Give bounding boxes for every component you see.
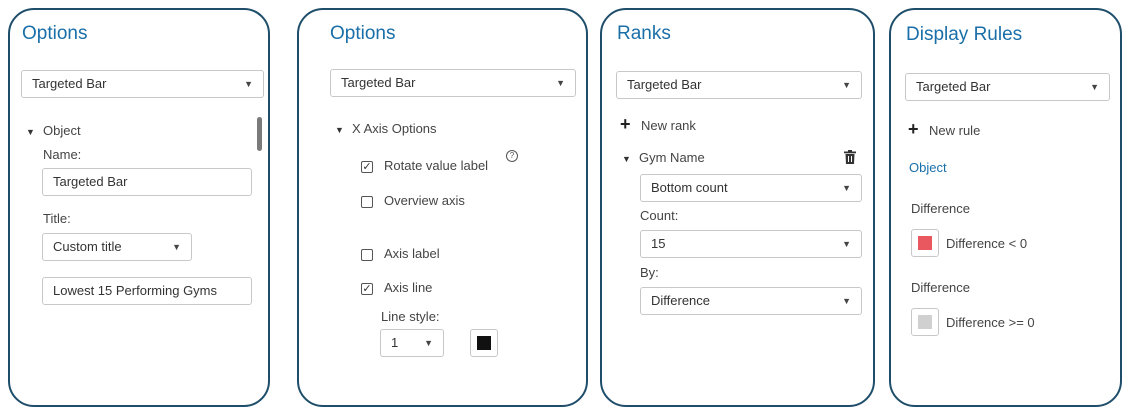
chevron-down-icon: ▼ (244, 79, 253, 89)
rule1-color-swatch (918, 236, 932, 250)
plus-icon[interactable]: + (620, 115, 631, 133)
count-value: 15 (651, 236, 666, 251)
rule2-color-swatch (918, 315, 932, 329)
rule2-label[interactable]: Difference >= 0 (946, 315, 1035, 330)
options-axis-panel: Options Targeted Bar ▼ ▼ X Axis Options … (297, 8, 588, 407)
rule1-color-picker[interactable] (911, 229, 939, 257)
chevron-down-icon: ▼ (842, 80, 851, 90)
axis-label-checkbox[interactable] (361, 249, 373, 261)
title-mode-value: Custom title (53, 239, 122, 254)
name-input[interactable]: Targeted Bar (42, 168, 252, 196)
panel-title: Display Rules (906, 24, 1023, 45)
axis-dropdown-value: Targeted Bar (341, 75, 416, 90)
by-dropdown[interactable]: Difference ▼ (640, 287, 862, 315)
ranks-dropdown-value: Targeted Bar (627, 77, 702, 92)
rotate-label-checkbox[interactable]: ✓ (361, 161, 373, 173)
overview-axis-text: Overview axis (384, 193, 465, 208)
plus-icon[interactable]: + (908, 120, 919, 138)
panel-title: Ranks (617, 23, 671, 44)
line-style-label: Line style: (381, 309, 440, 324)
rule2-color-picker[interactable] (911, 308, 939, 336)
panel-title: Options (330, 23, 396, 44)
ranks-dropdown[interactable]: Targeted Bar ▼ (616, 71, 862, 99)
new-rank-link[interactable]: New rank (641, 118, 696, 133)
axis-label-text: Axis label (384, 246, 440, 261)
triangle-down-icon[interactable]: ▼ (335, 125, 344, 135)
trash-icon[interactable] (844, 150, 856, 164)
object-dropdown[interactable]: Targeted Bar ▼ (21, 70, 264, 98)
name-label: Name: (43, 147, 82, 162)
axis-dropdown[interactable]: Targeted Bar ▼ (330, 69, 576, 97)
panel-title: Options (22, 23, 88, 44)
ranks-panel: Ranks Targeted Bar ▼ + New rank ▼ Gym Na… (600, 8, 875, 407)
help-icon[interactable]: ? (506, 150, 518, 162)
axis-line-text: Axis line (384, 280, 433, 295)
triangle-down-icon[interactable]: ▼ (622, 154, 631, 164)
rules-dropdown-value: Targeted Bar (916, 79, 991, 94)
scrollbar-thumb[interactable] (257, 117, 262, 151)
triangle-down-icon[interactable]: ▼ (26, 127, 35, 137)
chevron-down-icon: ▼ (172, 242, 181, 252)
rule2-heading: Difference (911, 280, 971, 295)
title-label: Title: (43, 211, 71, 226)
chevron-down-icon: ▼ (556, 78, 565, 88)
rank-type-dropdown[interactable]: Bottom count ▼ (640, 174, 862, 202)
by-value: Difference (651, 293, 711, 308)
options-object-panel: Options Targeted Bar ▼ ▼ Object Name: Ta… (8, 8, 270, 407)
chevron-down-icon: ▼ (1090, 82, 1099, 92)
chevron-down-icon: ▼ (842, 183, 851, 193)
display-rules-panel: Display Rules Targeted Bar ▼ + New rule … (889, 8, 1122, 407)
line-color-picker[interactable] (470, 329, 498, 357)
rule1-heading: Difference (911, 201, 971, 216)
section-label-x-axis[interactable]: X Axis Options (352, 121, 437, 136)
count-dropdown[interactable]: 15 ▼ (640, 230, 862, 258)
object-dropdown-value: Targeted Bar (32, 76, 107, 91)
section-label-object[interactable]: Object (43, 123, 81, 138)
chevron-down-icon: ▼ (842, 296, 851, 306)
rules-dropdown[interactable]: Targeted Bar ▼ (905, 73, 1110, 101)
rank-type-value: Bottom count (651, 180, 728, 195)
new-rule-link[interactable]: New rule (929, 123, 980, 138)
rule1-label[interactable]: Difference < 0 (946, 236, 1027, 251)
line-style-dropdown[interactable]: 1 ▼ (380, 329, 444, 357)
rank-item-label[interactable]: Gym Name (639, 150, 705, 165)
count-label: Count: (640, 208, 679, 223)
line-style-value: 1 (391, 335, 399, 350)
chevron-down-icon: ▼ (842, 239, 851, 249)
object-link[interactable]: Object (909, 160, 947, 175)
chevron-down-icon: ▼ (424, 338, 433, 348)
title-input[interactable]: Lowest 15 Performing Gyms (42, 277, 252, 305)
overview-axis-checkbox[interactable] (361, 196, 373, 208)
rotate-label-text: Rotate value label (384, 158, 489, 173)
title-mode-dropdown[interactable]: Custom title ▼ (42, 233, 192, 261)
axis-line-checkbox[interactable]: ✓ (361, 283, 373, 295)
line-color-swatch (477, 336, 491, 350)
by-label: By: (640, 265, 659, 280)
